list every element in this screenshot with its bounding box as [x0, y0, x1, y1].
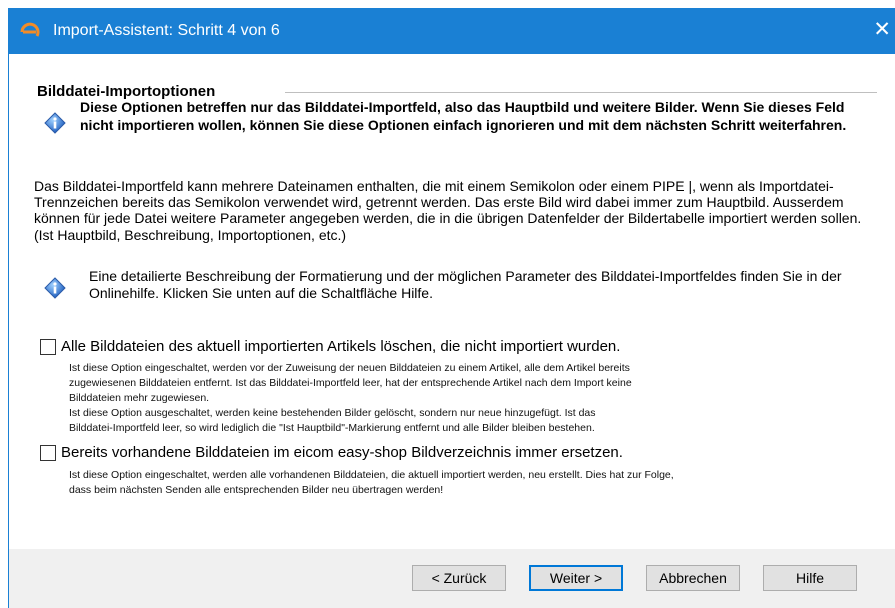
delete-unimported-images-description: Ist diese Option eingeschaltet, werden v…	[69, 361, 879, 436]
description-line: dass beim nächsten Senden alle entsprech…	[69, 484, 444, 496]
help-button[interactable]: Hilfe	[763, 565, 857, 591]
description-line: Ist diese Option eingeschaltet, werden v…	[69, 362, 630, 374]
app-logo-icon	[20, 22, 40, 37]
replace-existing-images-label[interactable]: Bereits vorhandene Bilddateien im eicom …	[61, 444, 623, 462]
delete-unimported-images-label[interactable]: Alle Bilddateien des aktuell importierte…	[61, 338, 620, 356]
cancel-button[interactable]: Abbrechen	[646, 565, 740, 591]
close-icon[interactable]: ✕	[873, 19, 891, 41]
description-paragraph: Das Bilddatei-Importfeld kann mehrere Da…	[34, 178, 862, 243]
info-icon	[44, 277, 66, 299]
dialog-body: Bilddatei-Importoptionen Diese Optionen …	[8, 54, 895, 608]
help-hint-message: Eine detailierte Beschreibung der Format…	[89, 268, 842, 301]
info-icon	[44, 112, 66, 134]
button-bar: < Zurück Weiter > Abbrechen Hilfe	[9, 549, 895, 608]
back-button[interactable]: < Zurück	[412, 565, 506, 591]
section-divider	[285, 92, 877, 93]
replace-existing-images-checkbox[interactable]	[40, 445, 56, 461]
next-button[interactable]: Weiter >	[529, 565, 623, 591]
description-line: Ist diese Option ausgeschaltet, werden k…	[69, 407, 596, 419]
replace-existing-images-description: Ist diese Option eingeschaltet, werden a…	[69, 468, 879, 498]
info-message: Diese Optionen betreffen nur das Bilddat…	[80, 99, 847, 133]
window-title: Import-Assistent: Schritt 4 von 6	[53, 22, 280, 39]
description-line: Bilddatei-Importfeld leer, so wird ledig…	[69, 422, 595, 434]
title-bar: Import-Assistent: Schritt 4 von 6 ✕	[8, 8, 895, 54]
description-line: zugewiesenen Bilddateien entfernt. Ist d…	[69, 377, 632, 389]
delete-unimported-images-checkbox[interactable]	[40, 339, 56, 355]
description-line: Ist diese Option eingeschaltet, werden a…	[69, 469, 674, 481]
description-line: Bilddateien mehr zugewiesen.	[69, 392, 210, 404]
